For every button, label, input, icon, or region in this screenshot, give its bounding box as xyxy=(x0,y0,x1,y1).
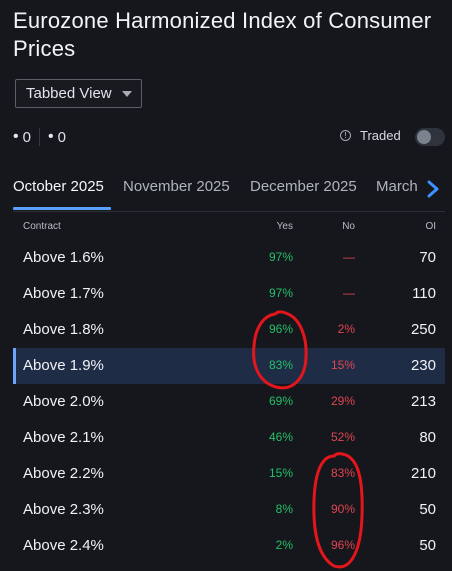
no-price[interactable]: 83% xyxy=(331,466,355,480)
traded-filter: ! Traded xyxy=(340,128,401,143)
count-right: 0 xyxy=(57,128,66,146)
chevron-right-icon[interactable] xyxy=(425,180,441,198)
month-tabs: October 2025 November 2025 December 2025… xyxy=(13,173,445,211)
yes-price[interactable]: 97% xyxy=(269,286,293,300)
toggle-knob xyxy=(417,130,431,144)
table-row-selected[interactable]: Above 1.9% 83% 15% 230 xyxy=(13,348,445,384)
dot-icon: • xyxy=(47,128,54,145)
contract-label: Above 2.0% xyxy=(23,393,104,410)
view-select[interactable]: Tabbed View xyxy=(15,79,142,108)
count-divider xyxy=(38,128,40,146)
header-oi: OI xyxy=(425,221,436,232)
no-price[interactable]: — xyxy=(343,250,355,264)
table-row[interactable]: Above 2.2% 15% 83% 210 xyxy=(13,456,445,492)
table-row[interactable]: Above 1.7% 97% — 110 xyxy=(13,276,445,312)
yes-price[interactable]: 46% xyxy=(269,430,293,444)
header-yes: Yes xyxy=(276,221,293,232)
contracts-table: Contract Yes No OI Above 1.6% 97% — 70 A… xyxy=(13,212,445,564)
table-row[interactable]: Above 2.3% 8% 90% 50 xyxy=(13,492,445,528)
yes-price[interactable]: 69% xyxy=(269,394,293,408)
contract-label: Above 2.1% xyxy=(23,429,104,446)
contract-label: Above 1.9% xyxy=(23,357,104,374)
no-price[interactable]: 90% xyxy=(331,502,355,516)
yes-price[interactable]: 83% xyxy=(269,358,293,372)
header-no: No xyxy=(342,221,355,232)
contract-label: Above 2.3% xyxy=(23,501,104,518)
open-interest: 230 xyxy=(410,357,436,374)
table-row[interactable]: Above 1.8% 96% 2% 250 xyxy=(13,312,445,348)
no-price[interactable]: — xyxy=(343,286,355,300)
table-row[interactable]: Above 2.4% 2% 96% 50 xyxy=(13,528,445,564)
yes-price[interactable]: 97% xyxy=(269,250,293,264)
count-left: 0 xyxy=(22,128,31,146)
traded-toggle[interactable] xyxy=(415,128,445,146)
open-interest: 210 xyxy=(410,465,436,482)
yes-price[interactable]: 2% xyxy=(276,538,293,552)
tab-october-2025[interactable]: October 2025 xyxy=(13,178,104,195)
open-interest: 80 xyxy=(419,429,436,446)
page-title: Eurozone Harmonized Index of Consumer Pr… xyxy=(13,8,432,61)
yes-price[interactable]: 8% xyxy=(276,502,293,516)
contract-label: Above 2.2% xyxy=(23,465,104,482)
open-interest: 250 xyxy=(410,321,436,338)
table-header: Contract Yes No OI xyxy=(13,212,445,240)
view-select-label: Tabbed View xyxy=(26,85,112,102)
traded-label: Traded xyxy=(360,128,401,143)
caret-down-icon xyxy=(121,90,132,97)
no-price[interactable]: 15% xyxy=(331,358,355,372)
market-page: Eurozone Harmonized Index of Consumer Pr… xyxy=(0,0,452,571)
table-row[interactable]: Above 2.1% 46% 52% 80 xyxy=(13,420,445,456)
contract-label: Above 2.4% xyxy=(23,537,104,554)
tab-march[interactable]: March xyxy=(376,178,418,195)
no-price[interactable]: 96% xyxy=(331,538,355,552)
tab-november-2025[interactable]: November 2025 xyxy=(123,178,230,195)
open-interest: 70 xyxy=(419,249,436,266)
no-price[interactable]: 52% xyxy=(331,430,355,444)
no-price[interactable]: 29% xyxy=(331,394,355,408)
no-price[interactable]: 2% xyxy=(338,322,355,336)
open-interest: 110 xyxy=(412,285,436,302)
open-interest: 50 xyxy=(419,501,436,518)
open-interest: 50 xyxy=(419,537,436,554)
tab-december-2025[interactable]: December 2025 xyxy=(250,178,357,195)
dot-icon: • xyxy=(13,128,19,145)
header-contract: Contract xyxy=(23,221,61,232)
table-row[interactable]: Above 2.0% 69% 29% 213 xyxy=(13,384,445,420)
info-icon[interactable]: ! xyxy=(340,130,351,141)
active-tab-underline xyxy=(13,207,111,210)
contract-label: Above 1.6% xyxy=(23,249,104,266)
yes-price[interactable]: 15% xyxy=(269,466,293,480)
open-interest: 213 xyxy=(410,393,436,410)
yes-price[interactable]: 96% xyxy=(269,322,293,336)
position-counts: • 0 • 0 xyxy=(13,128,66,146)
contract-label: Above 1.7% xyxy=(23,285,104,302)
table-row[interactable]: Above 1.6% 97% — 70 xyxy=(13,240,445,276)
contract-label: Above 1.8% xyxy=(23,321,104,338)
